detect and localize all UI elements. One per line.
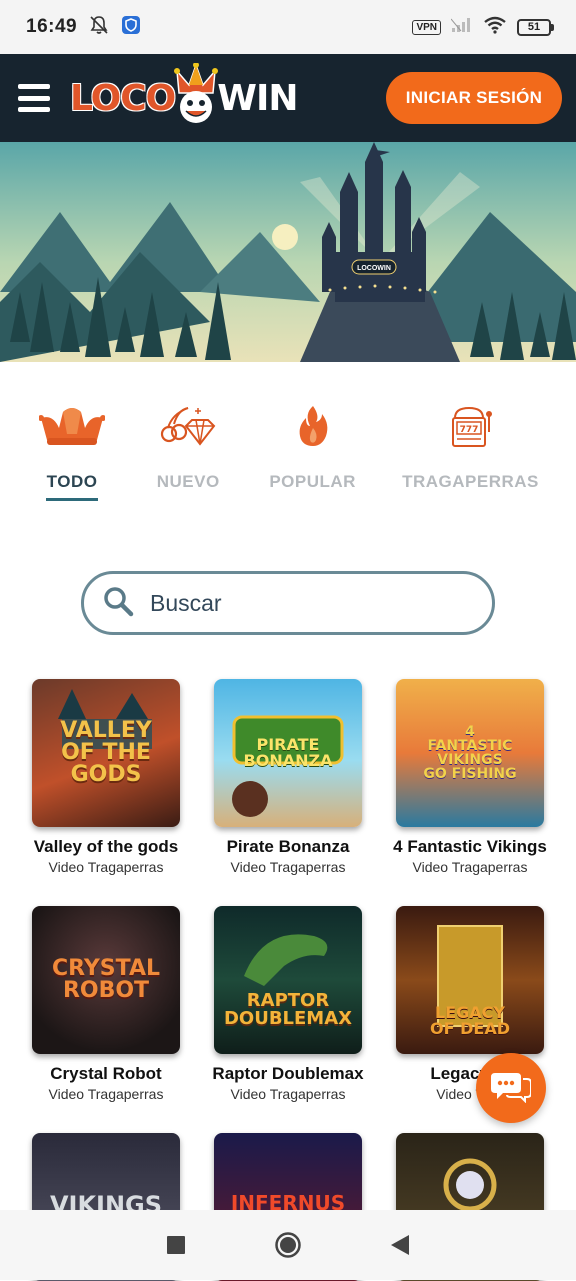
logo[interactable]: LOCO WIN	[70, 58, 299, 138]
thumb-title: PIRATE BONANZA	[243, 735, 333, 770]
flame-icon	[278, 400, 348, 452]
battery-icon: 51	[517, 18, 554, 36]
login-button[interactable]: INICIAR SESIÓN	[386, 72, 562, 124]
game-thumbnail: CRYSTAL ROBOT	[32, 906, 180, 1054]
game-name: Valley of the gods	[33, 837, 179, 856]
tab-nuevo[interactable]: NUEVO	[153, 400, 223, 510]
game-card[interactable]: CRYSTAL ROBOT Crystal Robot Video Tragape…	[23, 906, 189, 1102]
game-thumbnail: PIRATE BONANZA	[214, 679, 362, 827]
search-placeholder: Buscar	[150, 589, 222, 616]
game-thumbnail: VALLEY OF THE GODS	[32, 679, 180, 827]
bell-muted-icon	[89, 15, 109, 40]
vpn-icon: VPN	[412, 19, 441, 35]
thumb-title: 4 FANTASTIC VIKINGS GO FISHING	[423, 724, 517, 782]
thumb-title: LEGACY OF DEAD	[430, 1003, 510, 1039]
wifi-icon	[483, 16, 507, 39]
game-name: Pirate Bonanza	[226, 837, 350, 856]
thumb-title: RAPTOR DOUBLEMAX	[223, 989, 353, 1029]
shield-app-icon	[121, 15, 141, 40]
cherry-diamond-icon	[153, 400, 223, 452]
status-right: VPN 51	[412, 16, 554, 39]
svg-text:777: 777	[459, 425, 478, 435]
tab-label-popular: POPULAR	[269, 472, 356, 491]
tab-popular[interactable]: POPULAR	[269, 400, 356, 510]
game-category: Video Tragaperras	[48, 1086, 164, 1102]
tab-label-todo: TODO	[46, 472, 98, 491]
game-card[interactable]: 4 FANTASTIC VIKINGS GO FISHING 4 Fantastic …	[387, 679, 553, 875]
logo-text-loco: LOCO	[70, 77, 176, 119]
menu-icon[interactable]	[18, 84, 50, 112]
hero-banner[interactable]: LOCOWIN	[0, 142, 576, 362]
game-category: Video Tragaperras	[48, 859, 164, 875]
search-input[interactable]: Buscar	[81, 571, 495, 635]
game-card[interactable]: VALLEY OF THE GODS Valley of the gods Vide…	[23, 679, 189, 875]
recents-square-icon[interactable]	[156, 1225, 196, 1265]
app-header: LOCO WIN INICIAR SESIÓN	[0, 54, 576, 142]
status-left: 16:49	[26, 15, 141, 40]
game-category: Video Tragaperras	[230, 859, 346, 875]
game-thumbnail: 4 FANTASTIC VIKINGS GO FISHING	[396, 679, 544, 827]
system-nav-bar	[0, 1210, 576, 1280]
thumb-title: VALLEY OF THE GODS	[60, 718, 152, 787]
castle-landscape-illustration: LOCOWIN	[0, 142, 576, 362]
tab-todo[interactable]: TODO	[37, 400, 107, 510]
chat-bubble-icon	[491, 1069, 532, 1108]
status-bar: 16:49 VPN 51	[0, 0, 576, 54]
game-thumbnail: RAPTOR DOUBLEMAX	[214, 906, 362, 1054]
logo-text-win: WIN	[217, 77, 298, 119]
tab-active-indicator	[46, 498, 99, 501]
game-thumbnail: LEGACY OF DEAD	[396, 906, 544, 1054]
game-category: Video Tragaperras	[230, 1086, 346, 1102]
slot-machine-icon: 777	[436, 400, 506, 452]
chat-button[interactable]	[476, 1053, 546, 1123]
battery-tip	[551, 23, 554, 31]
game-name: 4 Fantastic Vikings	[393, 837, 547, 856]
tab-tragaperras[interactable]: 777 TRAGAPERRAS	[402, 400, 539, 510]
jester-logo-icon	[173, 62, 219, 133]
home-circle-icon[interactable]	[268, 1225, 308, 1265]
signal-icon	[450, 17, 473, 38]
search-icon	[102, 585, 134, 622]
status-time: 16:49	[26, 16, 78, 37]
game-category: Video Tragaperras	[412, 859, 528, 875]
tab-label-nuevo: NUEVO	[156, 472, 220, 491]
thumb-title: CRYSTAL ROBOT	[51, 956, 160, 1003]
jester-hat-icon	[37, 400, 107, 452]
tab-label-tragaperras: TRAGAPERRAS	[402, 472, 539, 491]
battery-level: 51	[517, 18, 551, 36]
banner-sign: LOCOWIN	[357, 265, 391, 272]
game-card[interactable]: PIRATE BONANZA Pirate Bonanza Video Traga…	[205, 679, 371, 875]
game-card[interactable]: RAPTOR DOUBLEMAX Raptor Doublemax Video T…	[205, 906, 371, 1102]
game-name: Raptor Doublemax	[212, 1064, 364, 1083]
game-name: Crystal Robot	[50, 1064, 162, 1083]
back-triangle-icon[interactable]	[380, 1225, 420, 1265]
category-tabs: TODO NUEVO POPULAR 777 TRAGAPERRAS	[0, 400, 576, 510]
